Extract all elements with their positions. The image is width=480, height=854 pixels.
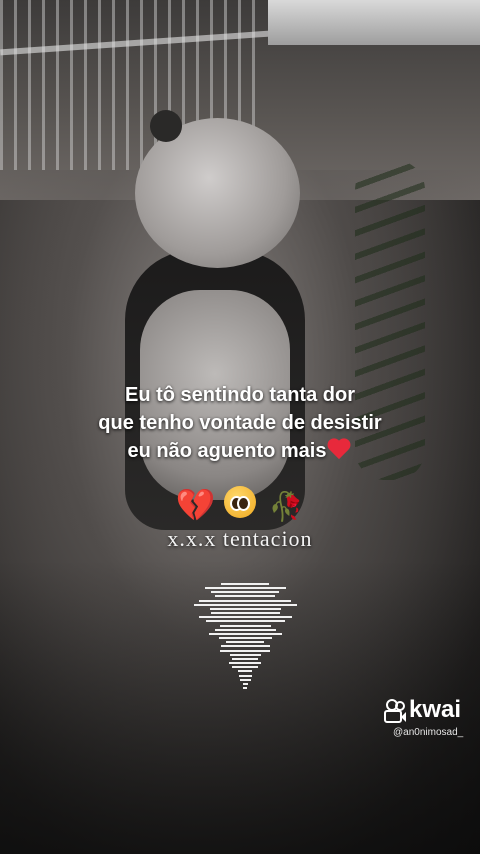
visualizer-bar: [229, 662, 261, 664]
visualizer-bar: [221, 645, 270, 647]
wilted-rose-icon: 🥀: [268, 491, 304, 522]
visualizer-bar: [211, 591, 279, 593]
kwai-brand: kwai: [409, 696, 462, 723]
visualizer-bar: [232, 666, 258, 668]
broken-heart-icon: 💔: [175, 487, 216, 523]
visualizer-bar: [206, 620, 285, 622]
visualizer-bar: [240, 679, 251, 681]
visualizer-bar: [205, 587, 286, 589]
visualizer-bar: [220, 625, 271, 627]
caption-line-3: eu não aguento mais: [40, 437, 440, 465]
visualizer-bar: [220, 650, 270, 652]
video-frame: Eu tô sentindo tanta dor que tenho vonta…: [0, 0, 480, 854]
kwai-camera-icon: [384, 699, 406, 723]
visualizer-bar: [199, 600, 291, 602]
visualizer-bar: [238, 670, 252, 672]
audio-visualizer-heart-icon: [190, 583, 300, 689]
caption-line-2: que tenho vontade de desistir: [98, 412, 382, 434]
visualizer-bar: [209, 633, 282, 635]
caption-line-1: Eu tô sentindo tanta dor: [125, 384, 355, 406]
panda-costume-ear: [150, 110, 182, 142]
visualizer-bar: [194, 604, 297, 606]
visualizer-bar: [239, 675, 252, 677]
visualizer-bar: [211, 612, 280, 614]
visualizer-bar: [230, 654, 261, 656]
caption-line-3-text: eu não aguento mais: [127, 440, 327, 462]
kwai-username: @an0nimosad_: [393, 727, 464, 738]
emoji-row: 💔 🥀: [0, 484, 480, 525]
visualizer-bar: [215, 629, 276, 631]
visualizer-bar: [243, 687, 247, 689]
heart-icon: [326, 437, 352, 461]
visualizer-bar: [243, 683, 248, 685]
background-window: [268, 0, 480, 45]
kwai-logo: kwai: [384, 696, 462, 723]
pleading-face-icon: [224, 486, 256, 518]
visualizer-bar: [210, 608, 281, 610]
visualizer-bar: [215, 595, 275, 597]
visualizer-bar: [232, 658, 258, 660]
visualizer-bar: [219, 637, 272, 639]
visualizer-bar: [221, 583, 269, 585]
visualizer-bar: [199, 616, 292, 618]
signature-text: x.x.x tentacion: [167, 526, 313, 551]
visualizer-bar: [226, 641, 264, 643]
